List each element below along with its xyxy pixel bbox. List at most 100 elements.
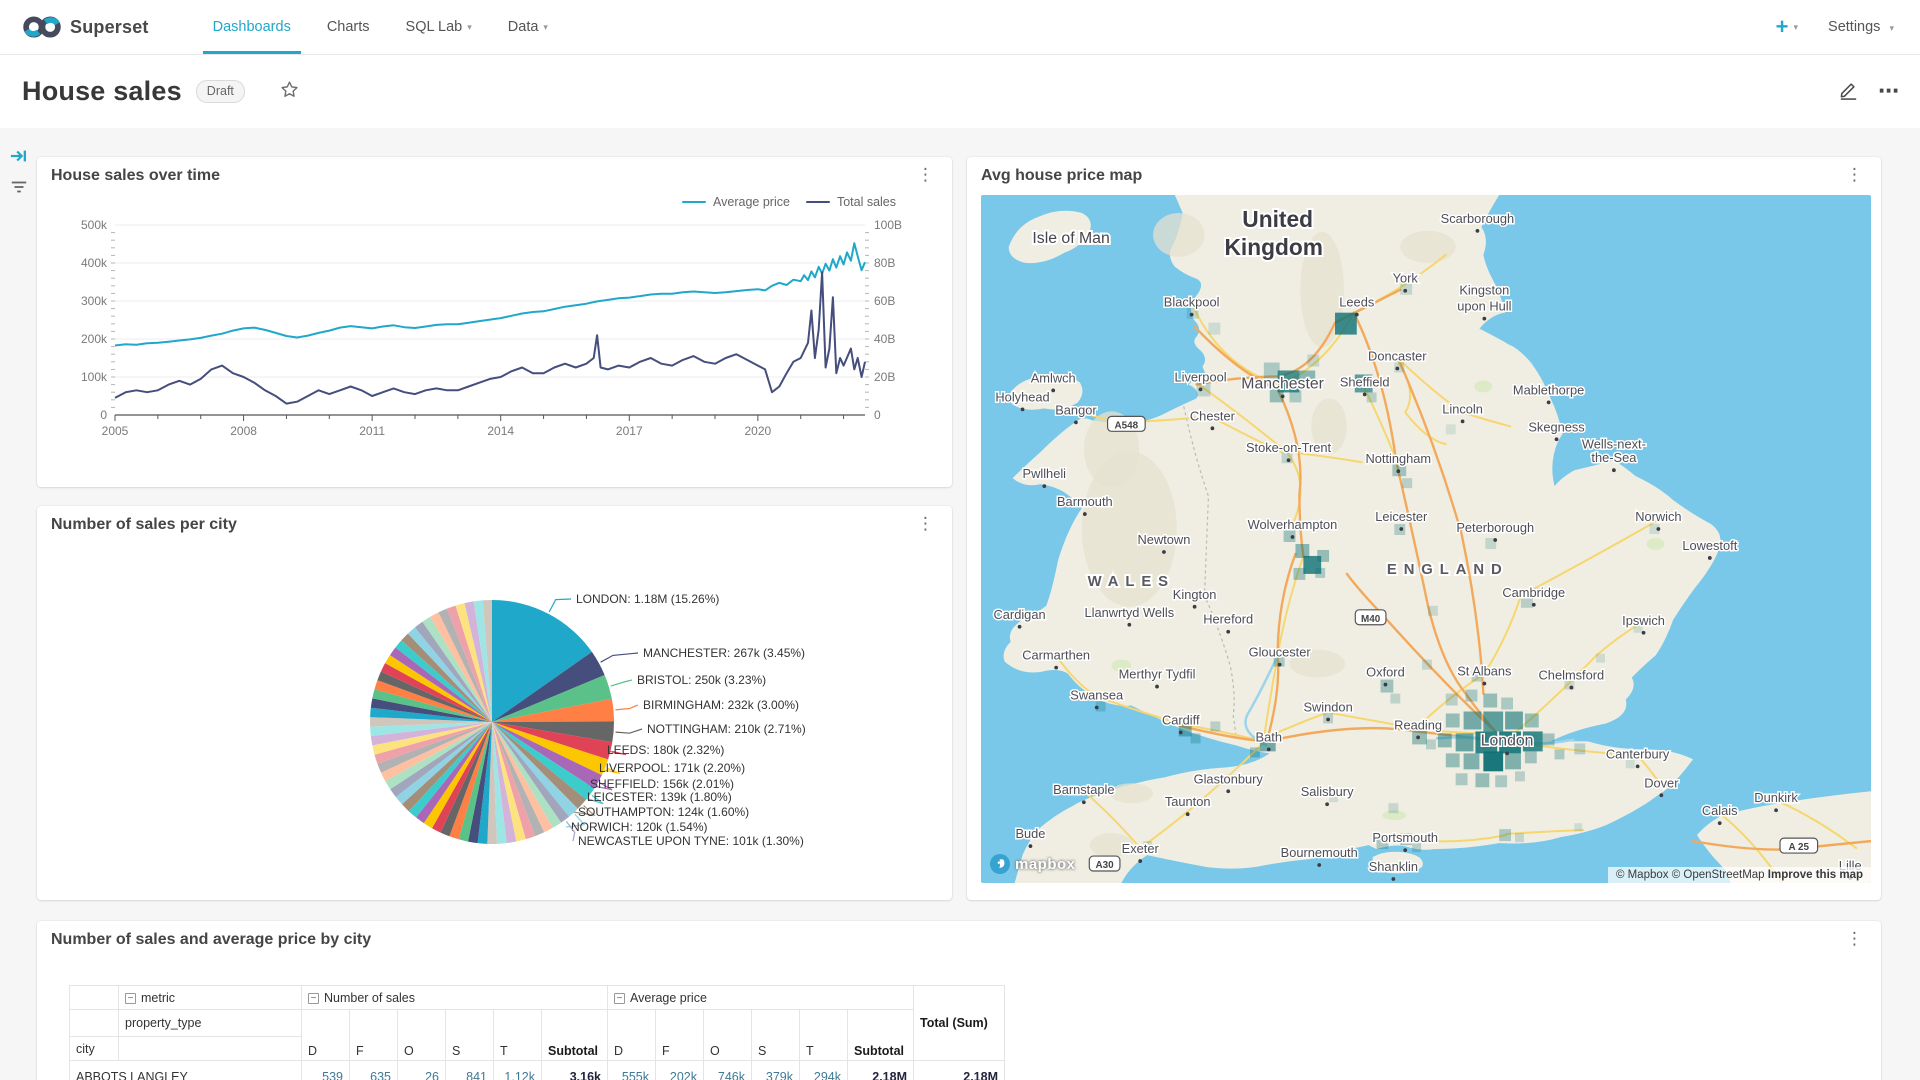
map-town-label: Scarborough — [1441, 211, 1515, 226]
edit-dashboard-icon[interactable] — [1837, 78, 1860, 106]
map-town-label: Cardigan — [994, 607, 1046, 622]
road-badge: M40 — [1355, 610, 1386, 625]
mapbox-wordmark: mapbox — [1015, 856, 1076, 873]
cell-value[interactable]: 841 — [446, 1061, 494, 1080]
legend-item[interactable]: Average price — [682, 195, 790, 209]
screengrid-cell — [1428, 606, 1438, 616]
cell-value[interactable]: 539 — [302, 1061, 350, 1080]
superset-brand[interactable]: Superset — [22, 0, 149, 54]
map-town-label: Barnstaple — [1053, 782, 1114, 797]
chart-kebab-menu-icon[interactable]: ⋮ — [1842, 167, 1867, 182]
map-viewport[interactable]: UnitedKingdomENGLANDWALESIsle of ManScar… — [981, 195, 1871, 883]
pivot-col-header[interactable]: S — [752, 1010, 800, 1061]
chart-title: Number of sales and average price by cit… — [51, 931, 371, 949]
nav-item-data[interactable]: Data▾ — [490, 0, 566, 54]
pivot-col-header[interactable]: D — [302, 1010, 350, 1061]
y-axis-tick: 0 — [100, 408, 107, 422]
pivot-col-header[interactable]: F — [350, 1010, 398, 1061]
dashboard-menu-icon[interactable]: ⋯ — [1878, 87, 1900, 97]
collapse-icon[interactable]: − — [125, 993, 136, 1004]
screengrid-cell — [1315, 568, 1325, 578]
map-town-label: Exeter — [1122, 841, 1160, 856]
screengrid-cell — [1446, 424, 1456, 434]
nav-item-sql-lab[interactable]: SQL Lab▾ — [388, 0, 490, 54]
cell-subtotal: 3.16k — [542, 1061, 608, 1080]
favorite-star-icon[interactable] — [279, 79, 300, 105]
map-town-label: Nottingham — [1365, 451, 1431, 466]
map-town-label: Sheffield — [1340, 374, 1390, 389]
map-town-label: Chester — [1190, 408, 1236, 423]
pivot-table: −metric−Number of sales−Average priceTot… — [69, 985, 1005, 1080]
cell-value[interactable]: 746k — [704, 1061, 752, 1080]
map-attribution: © Mapbox © OpenStreetMap Improve this ma… — [1608, 867, 1871, 883]
map-town-label: Bath — [1256, 729, 1282, 744]
cell-value[interactable]: 379k — [752, 1061, 800, 1080]
legend-item[interactable]: Total sales — [806, 195, 896, 209]
pie-chart[interactable]: LONDON: 1.18M (15.26%)MANCHESTER: 267k (… — [37, 506, 952, 905]
y-axis-tick: 200k — [81, 332, 108, 346]
map-town-label: Manchester — [1241, 375, 1324, 392]
map-town-label: Kingston — [1459, 283, 1509, 298]
pivot-col-header[interactable]: T — [494, 1010, 542, 1061]
pie-slice-label: LIVERPOOL: 171k (2.20%) — [599, 761, 745, 775]
cell-value[interactable]: 555k — [608, 1061, 656, 1080]
chart-card-price-map: Avg house price map ⋮ UnitedKingdomENGLA… — [967, 157, 1881, 900]
map-country-label: Kingdom — [1224, 234, 1322, 260]
series-line-average-price — [115, 243, 865, 345]
pie-slice-label: BIRMINGHAM: 232k (3.00%) — [643, 698, 799, 712]
map-town-label: Swansea — [1070, 687, 1124, 702]
pivot-col-header[interactable]: T — [800, 1010, 848, 1061]
pie-label-line — [601, 653, 638, 662]
chart-card-pivot-table: Number of sales and average price by cit… — [37, 921, 1881, 1080]
map-town-label: Blackpool — [1164, 295, 1220, 310]
screengrid-cell — [1515, 833, 1524, 842]
cell-value[interactable]: 294k — [800, 1061, 848, 1080]
map-town-label: Wells-next- — [1582, 436, 1646, 451]
screengrid-cell — [1501, 698, 1513, 710]
map-town-label: Salisbury — [1301, 784, 1354, 799]
improve-map-link[interactable]: Improve this map — [1768, 869, 1863, 881]
chart-title: Avg house price map — [981, 167, 1142, 185]
legend-swatch — [806, 201, 830, 203]
chart-kebab-menu-icon[interactable]: ⋮ — [1842, 931, 1867, 946]
cell-value[interactable]: 26 — [398, 1061, 446, 1080]
mapbox-logo[interactable]: mapbox — [989, 853, 1076, 875]
new-button[interactable]: + ▾ — [1776, 14, 1798, 40]
y2-axis-tick: 0 — [874, 408, 881, 422]
pivot-col-header[interactable]: O — [704, 1010, 752, 1061]
map-town-label: Lincoln — [1442, 401, 1483, 416]
settings-menu[interactable]: Settings ▾ — [1828, 19, 1894, 35]
pivot-subtotal-header[interactable]: Subtotal — [848, 1010, 914, 1061]
svg-text:A 25: A 25 — [1789, 842, 1810, 853]
pie-label-line — [611, 680, 632, 686]
cell-subtotal: 2.18M — [848, 1061, 914, 1080]
y2-axis-tick: 100B — [874, 218, 902, 232]
nav-item-charts[interactable]: Charts — [309, 0, 388, 54]
cell-value[interactable]: 202k — [656, 1061, 704, 1080]
collapse-icon[interactable]: − — [308, 993, 319, 1004]
pivot-subtotal-header[interactable]: Subtotal — [542, 1010, 608, 1061]
line-chart[interactable]: 0100k200k300k400k500k020B40B60B80B100B20… — [57, 217, 937, 472]
screengrid-cell — [1596, 654, 1605, 663]
pie-label-line — [615, 705, 638, 710]
map-town-label: Cardiff — [1162, 712, 1200, 727]
pivot-col-header[interactable]: O — [398, 1010, 446, 1061]
screengrid-cell — [1426, 739, 1436, 749]
cell-value[interactable]: 1.12k — [494, 1061, 542, 1080]
nav-item-dashboards[interactable]: Dashboards — [195, 0, 309, 54]
pivot-col-header[interactable]: F — [656, 1010, 704, 1061]
filter-icon[interactable] — [10, 180, 28, 194]
y-axis-tick: 300k — [81, 294, 108, 308]
screengrid-cell — [1466, 690, 1478, 702]
collapse-icon[interactable]: − — [614, 993, 625, 1004]
attribution-links[interactable]: © Mapbox © OpenStreetMap — [1616, 869, 1765, 881]
pivot-col-header[interactable]: S — [446, 1010, 494, 1061]
chart-kebab-menu-icon[interactable]: ⋮ — [913, 167, 938, 182]
screengrid-cell — [1446, 713, 1460, 727]
screengrid-cell — [1317, 550, 1329, 562]
expand-filter-bar-icon[interactable] — [10, 148, 28, 164]
pivot-col-header[interactable]: D — [608, 1010, 656, 1061]
screengrid-cell — [1446, 753, 1460, 767]
cell-value[interactable]: 635 — [350, 1061, 398, 1080]
screengrid-cell — [1456, 733, 1474, 751]
